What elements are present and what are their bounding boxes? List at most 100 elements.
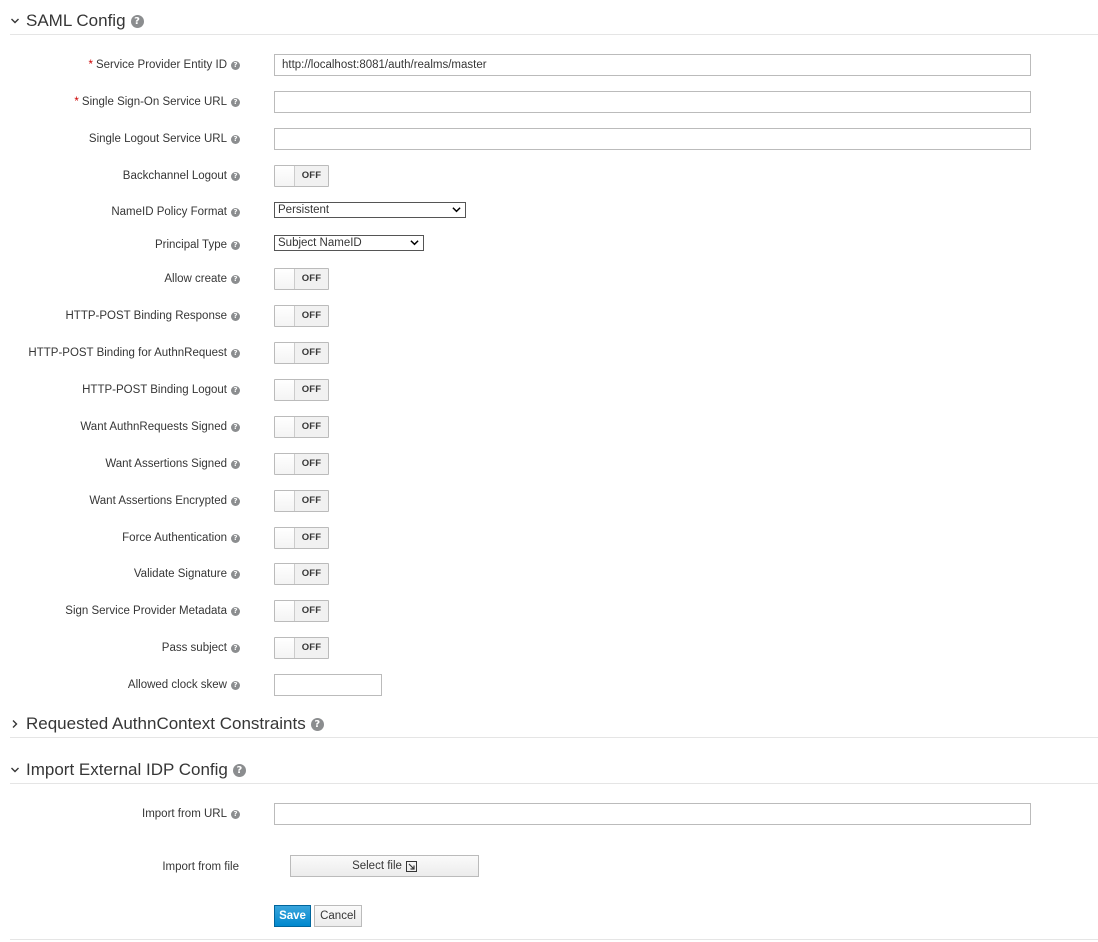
help-icon[interactable]: ? bbox=[232, 763, 246, 777]
label-text: Principal Type bbox=[154, 239, 227, 251]
toggle-state: OFF bbox=[301, 642, 322, 653]
allow-create-toggle[interactable]: OFF bbox=[274, 268, 329, 290]
label-text: Force Authentication bbox=[122, 532, 227, 544]
select-file-button[interactable]: Select file bbox=[290, 855, 479, 877]
import-icon bbox=[405, 860, 417, 872]
validate-sig-label: Validate Signature? bbox=[134, 568, 240, 580]
label-text: Backchannel Logout bbox=[122, 170, 227, 182]
post-response-toggle[interactable]: OFF bbox=[274, 305, 329, 327]
sign-metadata-label: Sign Service Provider Metadata? bbox=[65, 605, 240, 617]
label-text: Import from file bbox=[162, 861, 239, 873]
toggle-state: OFF bbox=[301, 310, 322, 321]
help-icon[interactable]: ? bbox=[231, 459, 240, 469]
sign-metadata-toggle[interactable]: OFF bbox=[274, 600, 329, 622]
label-text: NameID Policy Format bbox=[111, 206, 227, 218]
backchannel-row: Backchannel Logout ? OFF bbox=[0, 164, 1098, 188]
post-authn-row: HTTP-POST Binding for AuthnRequest? OFF bbox=[0, 341, 1098, 365]
saml-config-header[interactable]: SAML Config ? bbox=[10, 8, 1098, 35]
chevron-down-icon[interactable] bbox=[10, 16, 24, 26]
divider bbox=[10, 939, 1098, 940]
help-icon[interactable]: ? bbox=[231, 134, 240, 144]
slo-url-input[interactable] bbox=[274, 128, 1031, 150]
entity-id-input[interactable]: http://localhost:8081/auth/realms/master bbox=[274, 54, 1031, 76]
slo-url-label: Single Logout Service URL ? bbox=[89, 133, 240, 145]
validate-sig-toggle[interactable]: OFF bbox=[274, 563, 329, 585]
clock-skew-label: Allowed clock skew? bbox=[128, 679, 240, 691]
import-idp-header[interactable]: Import External IDP Config ? bbox=[10, 757, 1098, 784]
required-marker: * bbox=[88, 59, 93, 71]
import-url-row: Import from URL? bbox=[0, 802, 1098, 826]
help-icon[interactable]: ? bbox=[231, 809, 240, 819]
toggle-state: OFF bbox=[301, 347, 322, 358]
chevron-right-icon[interactable] bbox=[10, 719, 24, 729]
help-icon[interactable]: ? bbox=[310, 717, 324, 731]
help-icon[interactable]: ? bbox=[231, 496, 240, 506]
help-icon[interactable]: ? bbox=[231, 533, 240, 543]
post-logout-label: HTTP-POST Binding Logout? bbox=[82, 384, 240, 396]
select-value: Subject NameID bbox=[278, 237, 362, 249]
sign-metadata-row: Sign Service Provider Metadata? OFF bbox=[0, 599, 1098, 623]
label-text: Pass subject bbox=[161, 642, 227, 654]
help-icon[interactable]: ? bbox=[231, 240, 240, 250]
label-text: Want Assertions Signed bbox=[105, 458, 227, 470]
help-icon[interactable]: ? bbox=[231, 348, 240, 358]
label-text: Service Provider Entity ID bbox=[95, 59, 227, 71]
help-icon[interactable]: ? bbox=[130, 14, 144, 28]
entity-id-row: * Service Provider Entity ID ? http://lo… bbox=[0, 53, 1098, 77]
clock-skew-row: Allowed clock skew? bbox=[0, 673, 1098, 697]
post-logout-toggle[interactable]: OFF bbox=[274, 379, 329, 401]
backchannel-toggle[interactable]: OFF bbox=[274, 165, 329, 187]
help-icon[interactable]: ? bbox=[231, 680, 240, 690]
import-file-row: Import from file Select file bbox=[0, 855, 1098, 879]
want-assert-signed-label: Want Assertions Signed? bbox=[105, 458, 240, 470]
toggle-state: OFF bbox=[301, 421, 322, 432]
want-assert-enc-toggle[interactable]: OFF bbox=[274, 490, 329, 512]
chevron-down-icon[interactable] bbox=[10, 765, 24, 775]
help-icon[interactable]: ? bbox=[231, 606, 240, 616]
label-text: Want AuthnRequests Signed bbox=[80, 421, 227, 433]
principal-type-label: Principal Type ? bbox=[155, 239, 240, 251]
want-authn-signed-toggle[interactable]: OFF bbox=[274, 416, 329, 438]
cancel-button[interactable]: Cancel bbox=[314, 905, 362, 927]
label-text: Sign Service Provider Metadata bbox=[65, 605, 227, 617]
validate-sig-row: Validate Signature? OFF bbox=[0, 562, 1098, 586]
help-icon[interactable]: ? bbox=[231, 60, 240, 70]
help-icon[interactable]: ? bbox=[231, 274, 240, 284]
want-assert-signed-toggle[interactable]: OFF bbox=[274, 453, 329, 475]
save-button[interactable]: Save bbox=[274, 905, 311, 927]
post-authn-label: HTTP-POST Binding for AuthnRequest? bbox=[28, 347, 240, 359]
label-text: HTTP-POST Binding Logout bbox=[82, 384, 227, 396]
toggle-state: OFF bbox=[301, 273, 322, 284]
force-auth-toggle[interactable]: OFF bbox=[274, 527, 329, 549]
help-icon[interactable]: ? bbox=[231, 422, 240, 432]
post-authn-toggle[interactable]: OFF bbox=[274, 342, 329, 364]
help-icon[interactable]: ? bbox=[231, 643, 240, 653]
help-icon[interactable]: ? bbox=[231, 311, 240, 321]
label-text: HTTP-POST Binding Response bbox=[65, 310, 228, 322]
label-text: Want Assertions Encrypted bbox=[89, 495, 227, 507]
help-icon[interactable]: ? bbox=[231, 207, 240, 217]
nameid-format-label: NameID Policy Format ? bbox=[111, 206, 240, 218]
allow-create-row: Allow create? OFF bbox=[0, 267, 1098, 291]
sso-url-input[interactable] bbox=[274, 91, 1031, 113]
chevron-down-icon bbox=[410, 240, 419, 246]
clock-skew-input[interactable] bbox=[274, 674, 382, 696]
requested-authn-header[interactable]: Requested AuthnContext Constraints ? bbox=[10, 711, 1098, 738]
sso-url-row: * Single Sign-On Service URL ? bbox=[0, 90, 1098, 114]
principal-type-select[interactable]: Subject NameID bbox=[274, 235, 424, 251]
want-authn-signed-label: Want AuthnRequests Signed? bbox=[80, 421, 240, 433]
toggle-state: OFF bbox=[301, 532, 322, 543]
sso-url-label: * Single Sign-On Service URL ? bbox=[74, 96, 240, 108]
button-label: Select file bbox=[352, 860, 402, 872]
force-auth-row: Force Authentication? OFF bbox=[0, 526, 1098, 550]
import-url-input[interactable] bbox=[274, 803, 1031, 825]
toggle-state: OFF bbox=[301, 458, 322, 469]
nameid-format-select[interactable]: Persistent bbox=[274, 202, 466, 218]
pass-subject-toggle[interactable]: OFF bbox=[274, 637, 329, 659]
help-icon[interactable]: ? bbox=[231, 385, 240, 395]
help-icon[interactable]: ? bbox=[231, 569, 240, 579]
pass-subject-row: Pass subject? OFF bbox=[0, 636, 1098, 660]
help-icon[interactable]: ? bbox=[231, 171, 240, 181]
label-text: Import from URL bbox=[142, 808, 227, 820]
help-icon[interactable]: ? bbox=[231, 97, 240, 107]
